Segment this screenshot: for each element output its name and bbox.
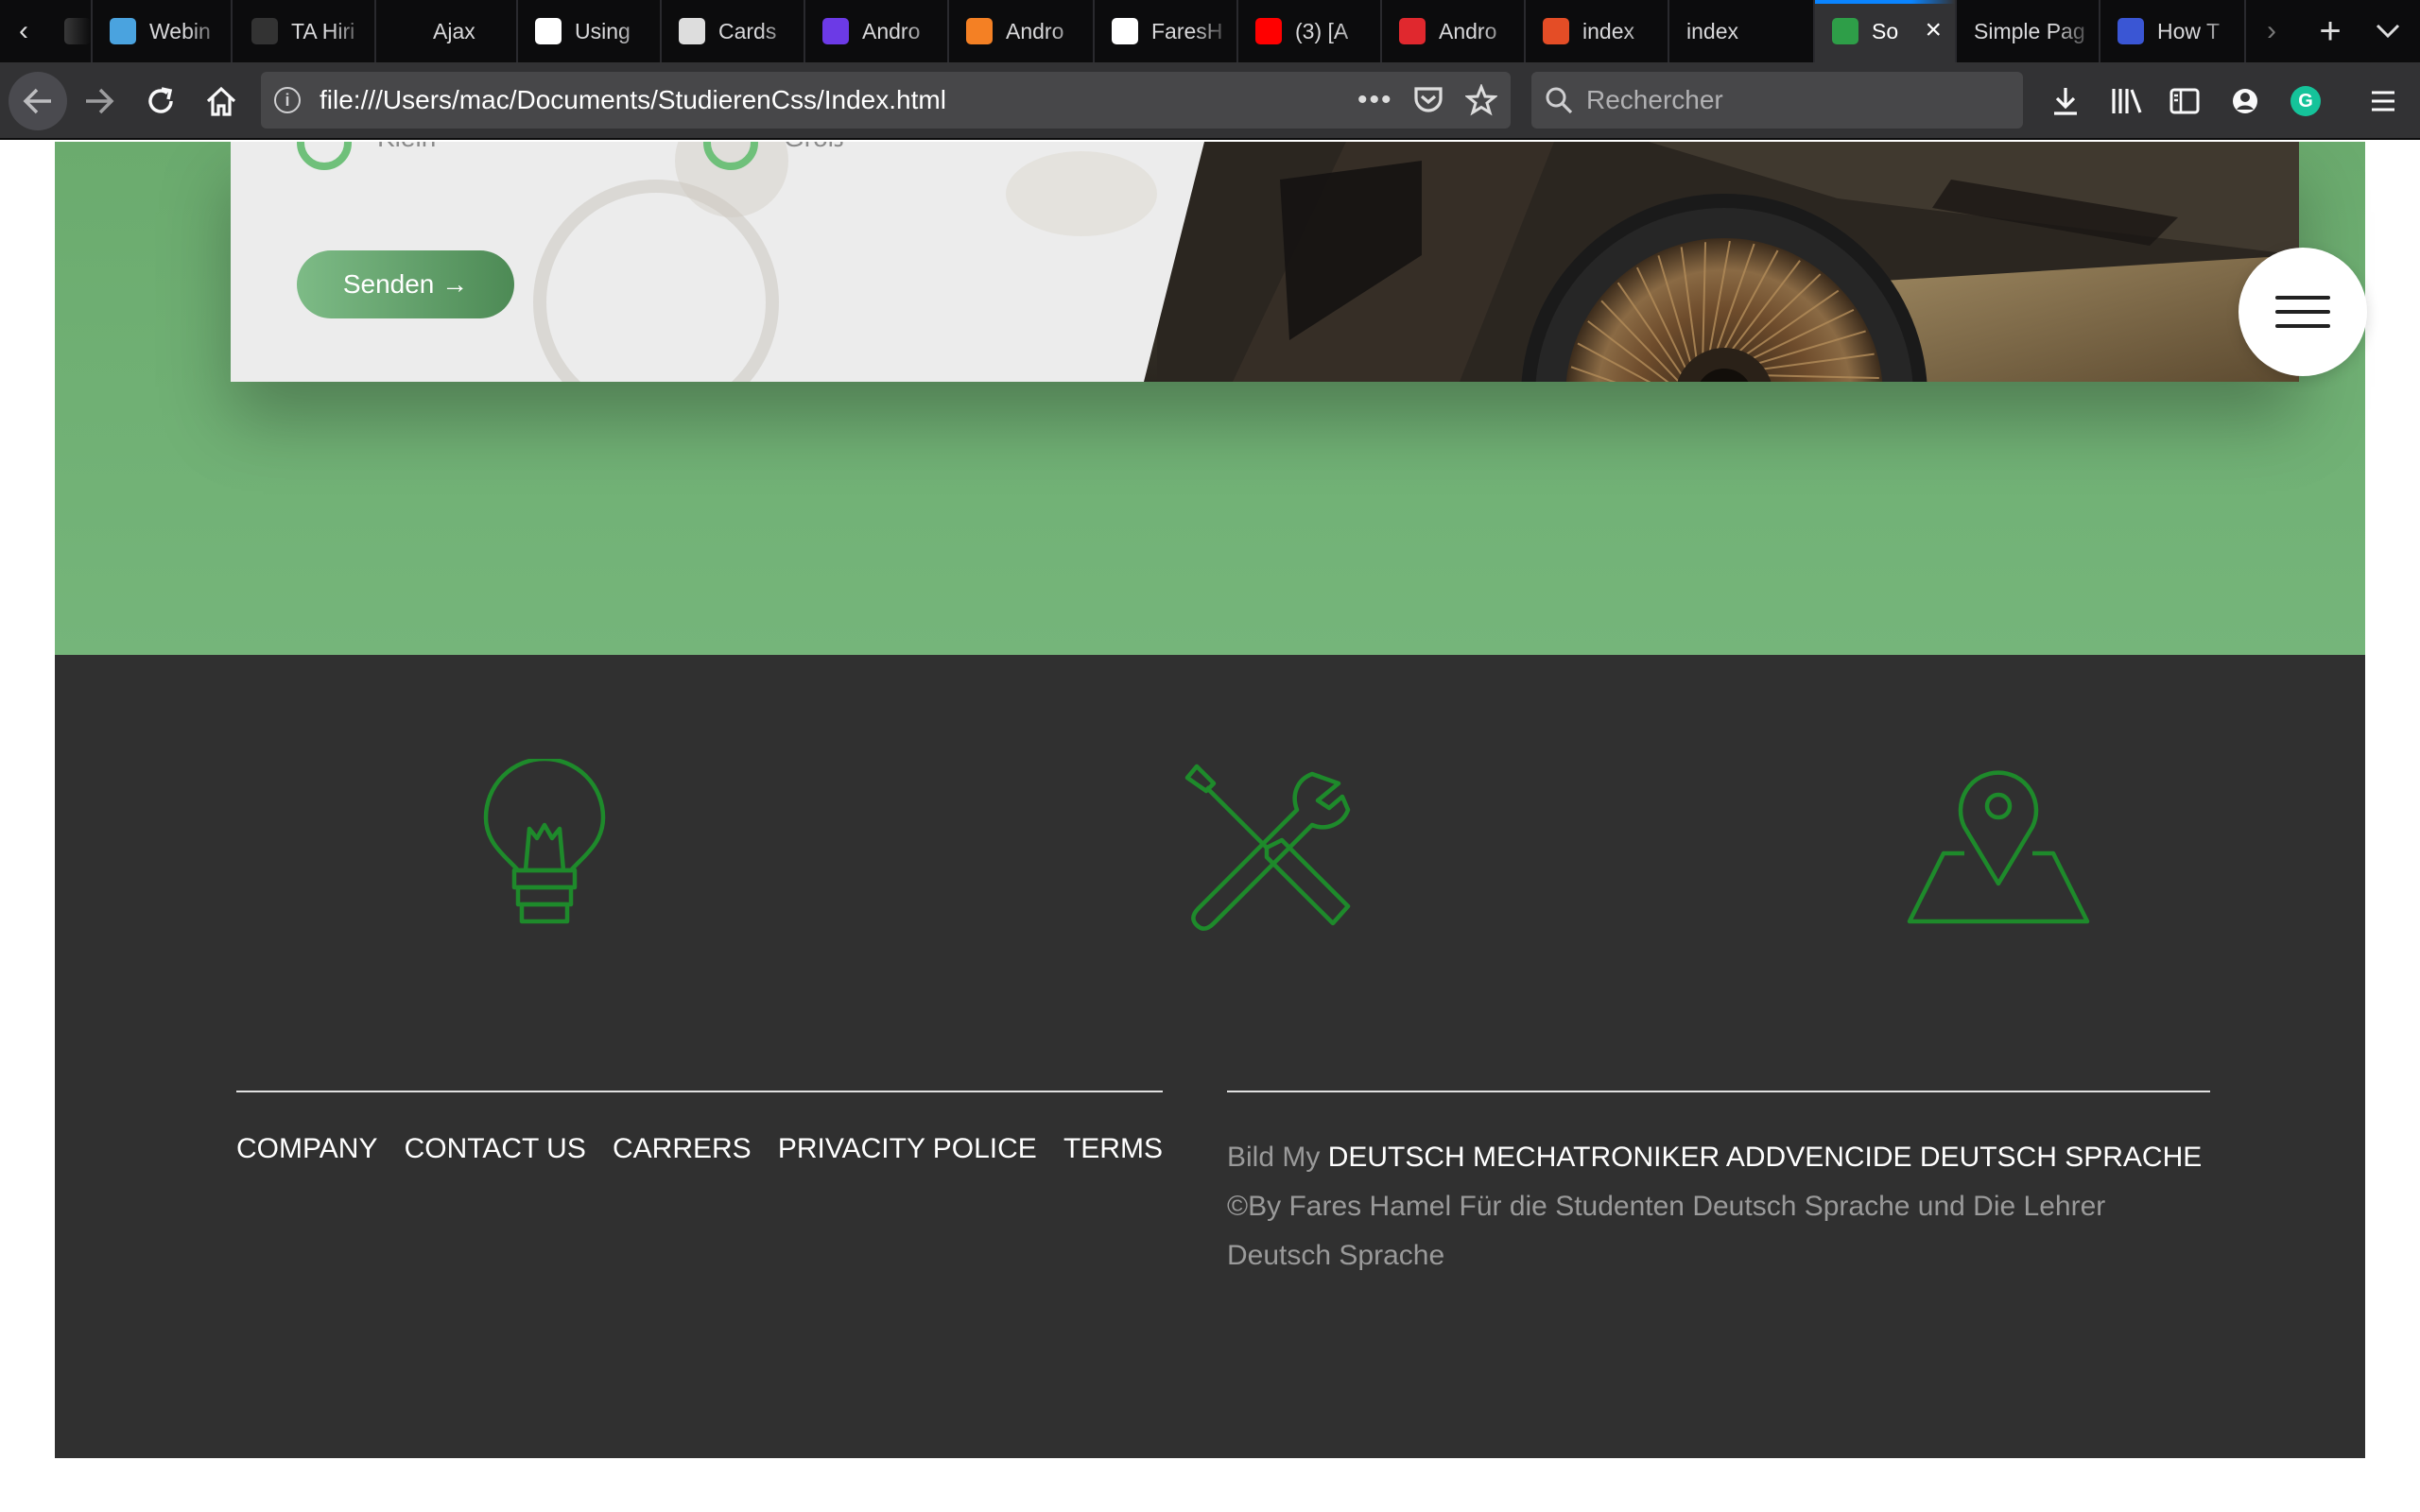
code-icon — [2118, 18, 2144, 44]
size-radio-large-label: Groß — [784, 142, 844, 153]
lightbulb-icon — [483, 759, 606, 924]
new-tab-button[interactable]: + — [2301, 0, 2360, 62]
grammarly-icon: G — [2290, 86, 2321, 116]
browser-tab[interactable]: Andro — [949, 0, 1095, 62]
url-bar[interactable]: i file:///Users/mac/Documents/StudierenC… — [261, 72, 1511, 129]
credit-prefix: Bild My — [1227, 1142, 1321, 1173]
browser-tab-title: index — [1686, 18, 1738, 43]
home-icon — [206, 86, 236, 116]
contact-form-panel: Klein Groß Senden → — [231, 142, 1204, 382]
browser-tab[interactable]: Andro — [1382, 0, 1526, 62]
browser-tab-title: Ajax — [433, 18, 475, 43]
browser-tab[interactable]: Webin — [93, 0, 233, 62]
footer-link-privacy[interactable]: PRIVACITY POLICE — [778, 1133, 1037, 1165]
forward-button[interactable] — [74, 62, 125, 140]
site-footer: COMPANY CONTACT US CARRERS PRIVACITY POL… — [55, 655, 2365, 1458]
footer-link-terms[interactable]: TERMS — [1063, 1133, 1163, 1165]
star-icon — [1465, 84, 1497, 116]
list-all-tabs-button[interactable] — [2360, 0, 2416, 62]
downloads-button[interactable] — [2044, 62, 2087, 140]
sidebar-toggle-button[interactable] — [2163, 62, 2206, 140]
footer-link-careers[interactable]: CARRERS — [613, 1133, 752, 1165]
sheet-icon — [1832, 18, 1858, 44]
reload-button[interactable] — [134, 62, 187, 140]
squares-icon — [1399, 18, 1426, 44]
map-pin-icon — [1907, 770, 2090, 924]
html-icon — [1543, 18, 1569, 44]
browser-tab[interactable]: Ajax — [376, 0, 518, 62]
browser-tab[interactable]: ال — [47, 0, 93, 62]
library-icon — [2112, 89, 2142, 113]
pocket-button[interactable] — [1412, 72, 1444, 129]
d-icon — [822, 18, 849, 44]
browser-tab[interactable]: How T — [2100, 0, 2246, 62]
browser-tab[interactable]: FaresH — [1095, 0, 1238, 62]
floating-menu-button[interactable] — [2238, 248, 2367, 376]
footer-credit: Bild My DEUTSCH MECHATRONIKER ADDVENCIDE… — [1227, 1133, 2210, 1280]
footer-link-company[interactable]: COMPANY — [236, 1133, 377, 1165]
youtube-icon — [1255, 18, 1282, 44]
chevron-down-icon — [2376, 24, 2400, 39]
credit-highlight-mechatroniker: DEUTSCH MECHATRONIKER — [1327, 1142, 1720, 1173]
cards-icon — [679, 18, 705, 44]
pocket-icon — [1414, 87, 1443, 112]
bookmark-star-button[interactable] — [1465, 72, 1497, 129]
browser-tab-bar: ‹ الWebinTA HiriAjaxUsingCardsAndroAndro… — [0, 0, 2420, 62]
green-contact-section: Klein Groß Senden → — [55, 142, 2367, 655]
c-icon — [535, 18, 562, 44]
page-icon — [393, 18, 420, 44]
browser-tab-title: So — [1872, 18, 1899, 43]
webinar-icon — [110, 18, 136, 44]
browser-tab[interactable]: Using — [518, 0, 662, 62]
stackoverflow-icon — [966, 18, 993, 44]
browser-tab[interactable]: TA Hiri — [234, 0, 376, 62]
size-radio-small[interactable] — [297, 142, 352, 170]
arrow-right-icon — [86, 88, 114, 114]
credit-suffix: ©By Fares Hamel Für die Studenten Deutsc… — [1227, 1191, 2106, 1271]
close-tab-icon[interactable]: × — [1925, 16, 1942, 44]
footer-divider-left — [236, 1091, 1163, 1092]
grammarly-extension-button[interactable]: G — [2284, 62, 2327, 140]
scroll-tabs-left-button[interactable]: ‹ — [0, 0, 47, 62]
browser-tab[interactable]: So × — [1815, 0, 1957, 62]
hamburger-icon — [2275, 296, 2330, 300]
footer-link-contact[interactable]: CONTACT US — [405, 1133, 586, 1165]
account-button[interactable] — [2223, 62, 2267, 140]
download-icon — [2054, 88, 2077, 115]
footer-divider-right — [1227, 1091, 2210, 1092]
tools-background-decor — [1006, 151, 1157, 236]
info-icon[interactable]: i — [274, 87, 301, 113]
browser-tab[interactable]: index — [1669, 0, 1815, 62]
arrow-left-icon — [23, 88, 51, 114]
credit-highlight-sprache: ADDVENCIDE DEUTSCH SPRACHE — [1725, 1142, 2203, 1173]
size-radio-small-label: Klein — [377, 142, 436, 153]
github-icon — [1112, 18, 1138, 44]
page-actions-button[interactable]: ••• — [1357, 72, 1393, 129]
browser-tab[interactable]: Cards — [662, 0, 805, 62]
account-icon — [2233, 89, 2257, 113]
page-icon — [251, 18, 278, 44]
page-content: Klein Groß Senden → — [0, 142, 2420, 1512]
sidebar-icon — [2169, 88, 2200, 114]
send-button[interactable]: Senden → — [297, 250, 514, 318]
tools-icon — [1184, 764, 1351, 931]
footer-links: COMPANY CONTACT US CARRERS PRIVACITY POL… — [236, 1133, 1163, 1165]
hamburger-icon — [2372, 91, 2394, 112]
home-button[interactable] — [195, 62, 248, 140]
back-button[interactable] — [8, 62, 68, 140]
browser-tab[interactable]: index — [1526, 0, 1669, 62]
url-text[interactable]: file:///Users/mac/Documents/StudierenCss… — [320, 85, 946, 115]
browser-tab[interactable]: Andro — [805, 0, 949, 62]
library-button[interactable] — [2102, 62, 2152, 140]
search-bar[interactable] — [1531, 72, 2023, 129]
browser-nav-bar: i file:///Users/mac/Documents/StudierenC… — [0, 62, 2420, 140]
menu-button[interactable] — [2360, 62, 2407, 140]
search-input[interactable] — [1586, 85, 2002, 115]
contact-card: Klein Groß Senden → — [231, 142, 2299, 382]
search-icon — [1546, 87, 1573, 114]
browser-tab[interactable]: Simple Pag — [1957, 0, 2100, 62]
browser-tab[interactable]: (3) [A — [1238, 0, 1382, 62]
reload-icon — [148, 87, 173, 113]
scroll-tabs-right-button[interactable]: › — [2246, 0, 2297, 62]
